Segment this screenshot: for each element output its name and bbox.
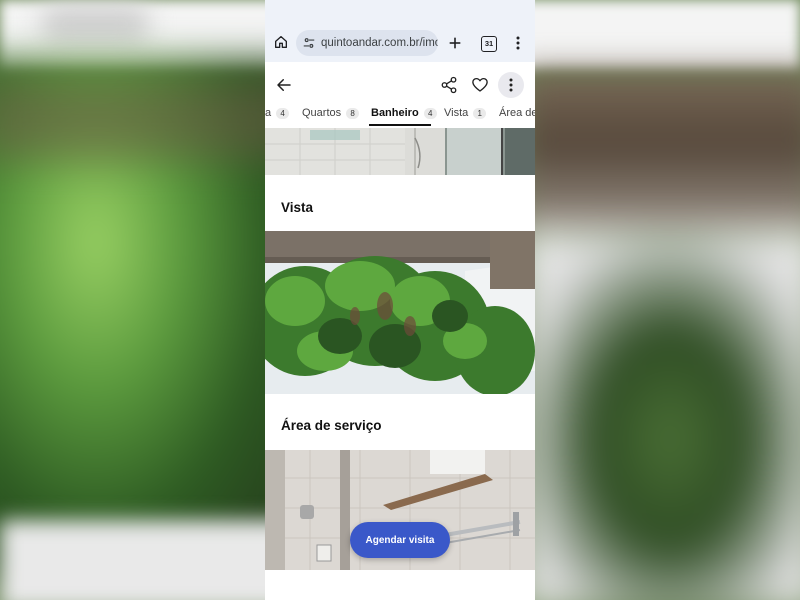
- section-title-area-de-servico: Área de serviço: [281, 418, 382, 433]
- heart-icon[interactable]: [471, 76, 489, 94]
- share-icon[interactable]: [440, 76, 458, 94]
- browser-toolbar: quintoandar.com.br/imo 31: [265, 0, 535, 62]
- vista-photo[interactable]: [265, 231, 535, 394]
- tab-label: a: [265, 107, 272, 119]
- tab-label: Quartos: [302, 107, 342, 119]
- tab-banheiro[interactable]: Banheiro 4: [371, 100, 437, 126]
- tab-label: Vista: [444, 107, 469, 119]
- plus-icon[interactable]: [447, 35, 463, 51]
- arrow-back-icon[interactable]: [275, 76, 293, 94]
- address-bar[interactable]: quintoandar.com.br/imo: [296, 30, 438, 56]
- tab-area-de-servico[interactable]: Área de: [499, 100, 535, 126]
- tab-count-badge: 1: [473, 107, 487, 119]
- url-text: quintoandar.com.br/imo: [321, 37, 438, 49]
- tab-label: Área de: [499, 107, 535, 119]
- active-tab-indicator: [369, 124, 431, 126]
- tab-count-badge: 4: [276, 107, 290, 119]
- category-tabs: a 4 Quartos 8 Banheiro 4 Vista 1 Área de: [265, 100, 535, 126]
- section-title-vista: Vista: [281, 200, 314, 215]
- more-vert-icon[interactable]: [514, 35, 522, 51]
- tabs-icon[interactable]: 31: [481, 36, 497, 52]
- tune-icon[interactable]: [302, 36, 316, 50]
- more-options-button[interactable]: [498, 72, 524, 98]
- banheiro-photo[interactable]: [265, 128, 535, 175]
- tab-quartos[interactable]: Quartos 8: [302, 100, 360, 126]
- tab-count-badge: 8: [346, 107, 360, 119]
- tab-label: Banheiro: [371, 107, 419, 119]
- schedule-visit-button[interactable]: Agendar visita: [350, 522, 450, 558]
- phone-screen: quintoandar.com.br/imo 31 a 4 Quartos 8 …: [265, 0, 535, 600]
- tab-count-badge: 4: [423, 107, 437, 119]
- tab-previous[interactable]: a 4: [265, 100, 290, 126]
- more-vert-icon: [509, 78, 513, 92]
- tab-vista[interactable]: Vista 1: [444, 100, 487, 126]
- home-icon[interactable]: [273, 34, 289, 50]
